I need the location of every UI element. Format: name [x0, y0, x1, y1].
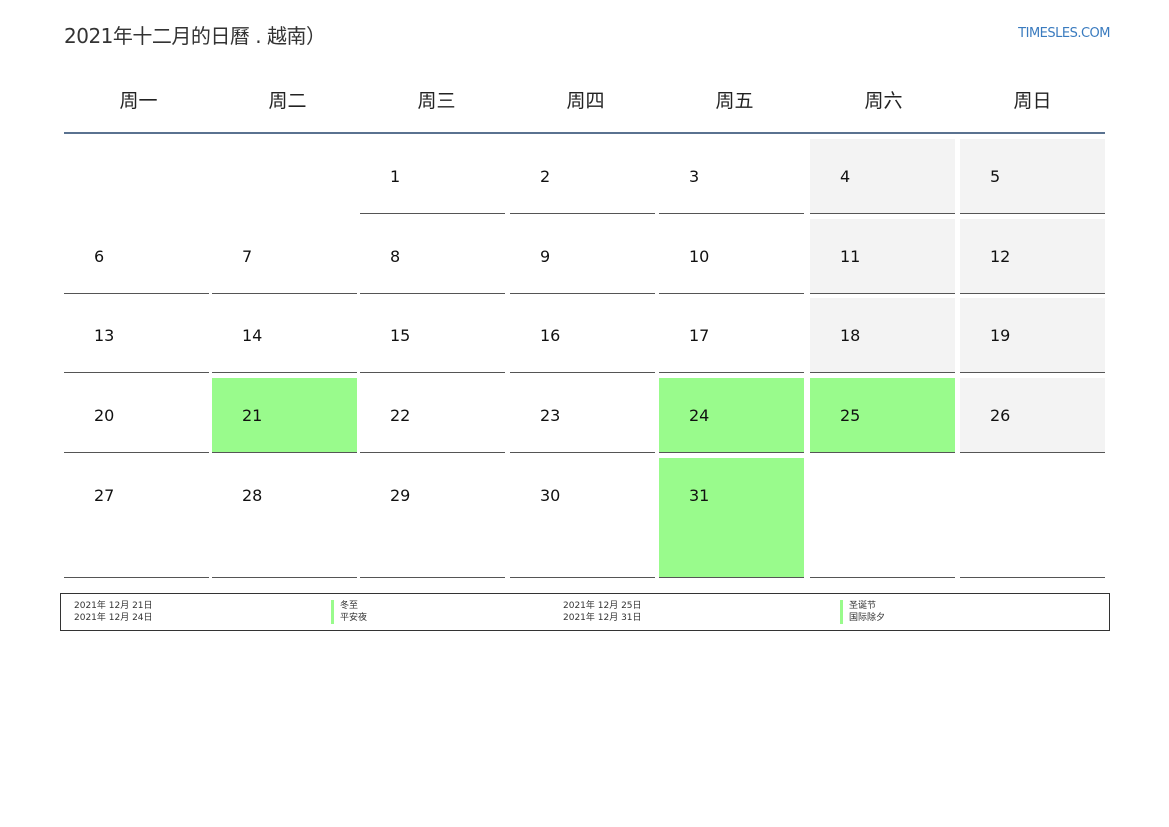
day-cell: 24 [659, 378, 804, 453]
day-cell: 22 [360, 378, 505, 453]
day-cell: 10 [659, 219, 804, 294]
legend-holiday-name: 冬至 [331, 600, 358, 612]
day-cell: 16 [510, 298, 655, 373]
legend-date: 2021年 12月 31日 [563, 613, 642, 623]
brand-link[interactable]: TIMESLES.COM [1018, 26, 1110, 41]
day-cell: 9 [510, 219, 655, 294]
day-cell: 30 [510, 458, 655, 578]
day-cell: 15 [360, 298, 505, 373]
day-number: 2 [540, 167, 551, 186]
weekday-fri: 周五 [715, 90, 754, 112]
legend-holiday-name: 平安夜 [331, 612, 367, 624]
day-cell: 18 [810, 298, 955, 373]
day-cell: 8 [360, 219, 505, 294]
day-number: 19 [990, 326, 1011, 345]
day-cell: 21 [212, 378, 357, 453]
day-number: 13 [94, 326, 115, 345]
weekday-tue: 周二 [268, 90, 307, 112]
day-cell: 6 [64, 219, 209, 294]
day-number: 26 [990, 406, 1011, 425]
legend-holiday-name: 国际除夕 [840, 612, 885, 624]
day-number: 23 [540, 406, 561, 425]
day-cell: 23 [510, 378, 655, 453]
weekday-header-row: 周一 周二 周三 周四 周五 周六 周日 [64, 78, 1105, 134]
page-title: 2021年十二月的日曆 . 越南） [64, 24, 326, 48]
day-cell: 28 [212, 458, 357, 578]
legend-date: 2021年 12月 21日 [74, 601, 153, 611]
day-number: 30 [540, 486, 561, 505]
weekday-sat: 周六 [864, 90, 903, 112]
weekday-wed: 周三 [417, 90, 456, 112]
day-number: 18 [840, 326, 861, 345]
day-number: 3 [689, 167, 700, 186]
day-cell: 27 [64, 458, 209, 578]
day-number: 29 [390, 486, 411, 505]
day-cell: 13 [64, 298, 209, 373]
day-number: 20 [94, 406, 115, 425]
day-cell: 4 [810, 139, 955, 214]
day-cell: 17 [659, 298, 804, 373]
day-cell [810, 458, 955, 578]
day-number: 24 [689, 406, 710, 425]
day-number: 11 [840, 247, 861, 266]
day-cell: 25 [810, 378, 955, 453]
day-cell: 2 [510, 139, 655, 214]
weekday-sun: 周日 [1013, 90, 1052, 112]
day-cell [960, 458, 1105, 578]
weekday-mon: 周一 [119, 90, 158, 112]
day-cell: 12 [960, 219, 1105, 294]
day-cell: 19 [960, 298, 1105, 373]
day-number: 25 [840, 406, 861, 425]
day-number: 16 [540, 326, 561, 345]
day-number: 5 [990, 167, 1001, 186]
day-number: 31 [689, 486, 710, 505]
day-number: 17 [689, 326, 710, 345]
day-cell: 7 [212, 219, 357, 294]
day-cell: 5 [960, 139, 1105, 214]
day-cell: 11 [810, 219, 955, 294]
day-number: 28 [242, 486, 263, 505]
holiday-legend: 2021年 12月 21日 2021年 12月 24日 冬至 平安夜 2021年… [60, 593, 1110, 631]
day-number: 9 [540, 247, 551, 266]
day-cell: 31 [659, 458, 804, 578]
day-cell: 3 [659, 139, 804, 214]
empty-day-cell [64, 139, 209, 214]
legend-date: 2021年 12月 25日 [563, 601, 642, 611]
day-number: 14 [242, 326, 263, 345]
day-cell: 14 [212, 298, 357, 373]
day-cell: 29 [360, 458, 505, 578]
day-number: 22 [390, 406, 411, 425]
day-cell: 26 [960, 378, 1105, 453]
day-cell: 20 [64, 378, 209, 453]
day-number: 4 [840, 167, 851, 186]
legend-holiday-name: 圣诞节 [840, 600, 876, 612]
day-number: 12 [990, 247, 1011, 266]
day-number: 6 [94, 247, 105, 266]
day-number: 15 [390, 326, 411, 345]
weekday-thu: 周四 [566, 90, 605, 112]
empty-day-cell [212, 139, 357, 214]
day-number: 27 [94, 486, 115, 505]
day-number: 10 [689, 247, 710, 266]
day-number: 7 [242, 247, 253, 266]
day-number: 8 [390, 247, 401, 266]
legend-date: 2021年 12月 24日 [74, 613, 153, 623]
day-number: 21 [242, 406, 263, 425]
day-cell: 1 [360, 139, 505, 214]
day-number: 1 [390, 167, 401, 186]
